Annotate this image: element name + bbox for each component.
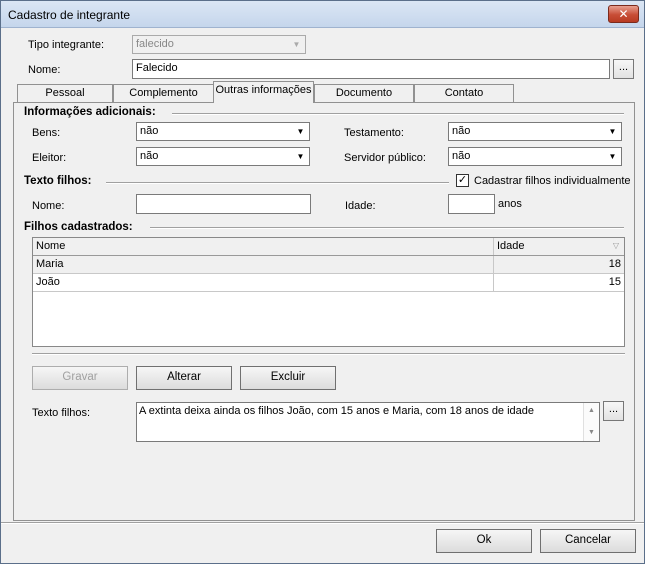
chevron-down-icon: ▼ [293, 124, 308, 139]
scroll-down-icon[interactable]: ▼ [584, 425, 599, 441]
eleitor-label: Eleitor: [32, 152, 67, 164]
gravar-button[interactable]: Gravar [32, 366, 128, 390]
nome-ellipsis-button[interactable]: ... [613, 59, 634, 79]
tipo-integrante-label: Tipo integrante: [28, 39, 105, 51]
cancelar-button[interactable]: Cancelar [540, 529, 636, 553]
column-header-idade[interactable]: Idade ▽ [494, 238, 624, 255]
chevron-down-icon: ▼ [605, 149, 620, 164]
filho-idade-label: Idade: [345, 200, 376, 212]
sort-arrow-icon: ▽ [612, 241, 619, 250]
grid-divider [32, 353, 625, 355]
cadastrar-filhos-checkbox[interactable]: ✓ [456, 174, 469, 187]
memo-scrollbar[interactable]: ▲ ▼ [583, 403, 599, 441]
alterar-button[interactable]: Alterar [136, 366, 232, 390]
dialog-window: Cadastro de integrante ✕ Tipo integrante… [0, 0, 645, 564]
testamento-select[interactable]: não ▼ [448, 122, 622, 141]
section-divider [106, 182, 449, 184]
scroll-up-icon[interactable]: ▲ [584, 403, 599, 419]
column-header-nome[interactable]: Nome [33, 238, 494, 255]
window-title: Cadastro de integrante [8, 8, 131, 22]
texto-ellipsis-button[interactable]: ... [603, 401, 624, 421]
cell-nome: João [33, 274, 494, 291]
bens-value: não [140, 125, 159, 137]
tipo-integrante-select[interactable]: falecido ▼ [132, 35, 306, 54]
servidor-publico-label: Servidor público: [344, 152, 426, 164]
close-button[interactable]: ✕ [608, 5, 639, 23]
ok-button[interactable]: Ok [436, 529, 532, 553]
nome-input[interactable]: Falecido [132, 59, 610, 79]
testamento-value: não [452, 125, 471, 137]
column-header-idade-label: Idade [497, 240, 525, 252]
tab-pessoal[interactable]: Pessoal [17, 84, 113, 102]
chevron-down-icon: ▼ [293, 149, 308, 164]
texto-filhos-title: Texto filhos: [24, 175, 92, 187]
filho-nome-label: Nome: [32, 200, 65, 212]
eleitor-select[interactable]: não ▼ [136, 147, 310, 166]
texto-filhos-textarea[interactable]: A extinta deixa ainda os filhos João, co… [136, 402, 600, 442]
cell-idade: 15 [608, 276, 621, 288]
anos-label: anos [498, 198, 522, 210]
section-divider [172, 113, 624, 115]
nome-label: Nome: [28, 64, 61, 76]
tipo-integrante-value: falecido [136, 38, 174, 50]
excluir-button[interactable]: Excluir [240, 366, 336, 390]
footer-divider [1, 522, 644, 524]
tab-complemento[interactable]: Complemento [113, 84, 214, 102]
chevron-down-icon: ▼ [289, 37, 304, 52]
grid-header: Nome Idade ▽ [33, 238, 624, 256]
filhos-cadastrados-title: Filhos cadastrados: [24, 221, 133, 233]
tab-documento[interactable]: Documento [314, 84, 414, 102]
filhos-grid[interactable]: Nome Idade ▽ Maria 18 João 15 [32, 237, 625, 347]
filho-nome-input[interactable] [136, 194, 311, 214]
cell-nome: Maria [33, 256, 494, 273]
bens-label: Bens: [32, 127, 61, 139]
filho-idade-input[interactable] [448, 194, 495, 214]
tab-contato[interactable]: Contato [414, 84, 514, 102]
texto-filhos-label: Texto filhos: [32, 407, 91, 419]
cell-idade: 18 [608, 258, 621, 270]
texto-filhos-value: A extinta deixa ainda os filhos João, co… [139, 405, 535, 417]
bens-select[interactable]: não ▼ [136, 122, 310, 141]
chevron-down-icon: ▼ [605, 124, 620, 139]
informacoes-adicionais-title: Informações adicionais: [24, 106, 156, 118]
tab-outras-informacoes[interactable]: Outras informações [213, 81, 314, 103]
title-bar[interactable]: Cadastro de integrante ✕ [1, 1, 644, 28]
servidor-publico-value: não [452, 150, 471, 162]
section-divider [150, 227, 624, 229]
cadastrar-filhos-label: Cadastrar filhos individualmente [474, 175, 631, 187]
eleitor-value: não [140, 150, 159, 162]
table-row[interactable]: João 15 [33, 274, 624, 292]
table-row[interactable]: Maria 18 [33, 256, 624, 274]
servidor-publico-select[interactable]: não ▼ [448, 147, 622, 166]
testamento-label: Testamento: [344, 127, 404, 139]
